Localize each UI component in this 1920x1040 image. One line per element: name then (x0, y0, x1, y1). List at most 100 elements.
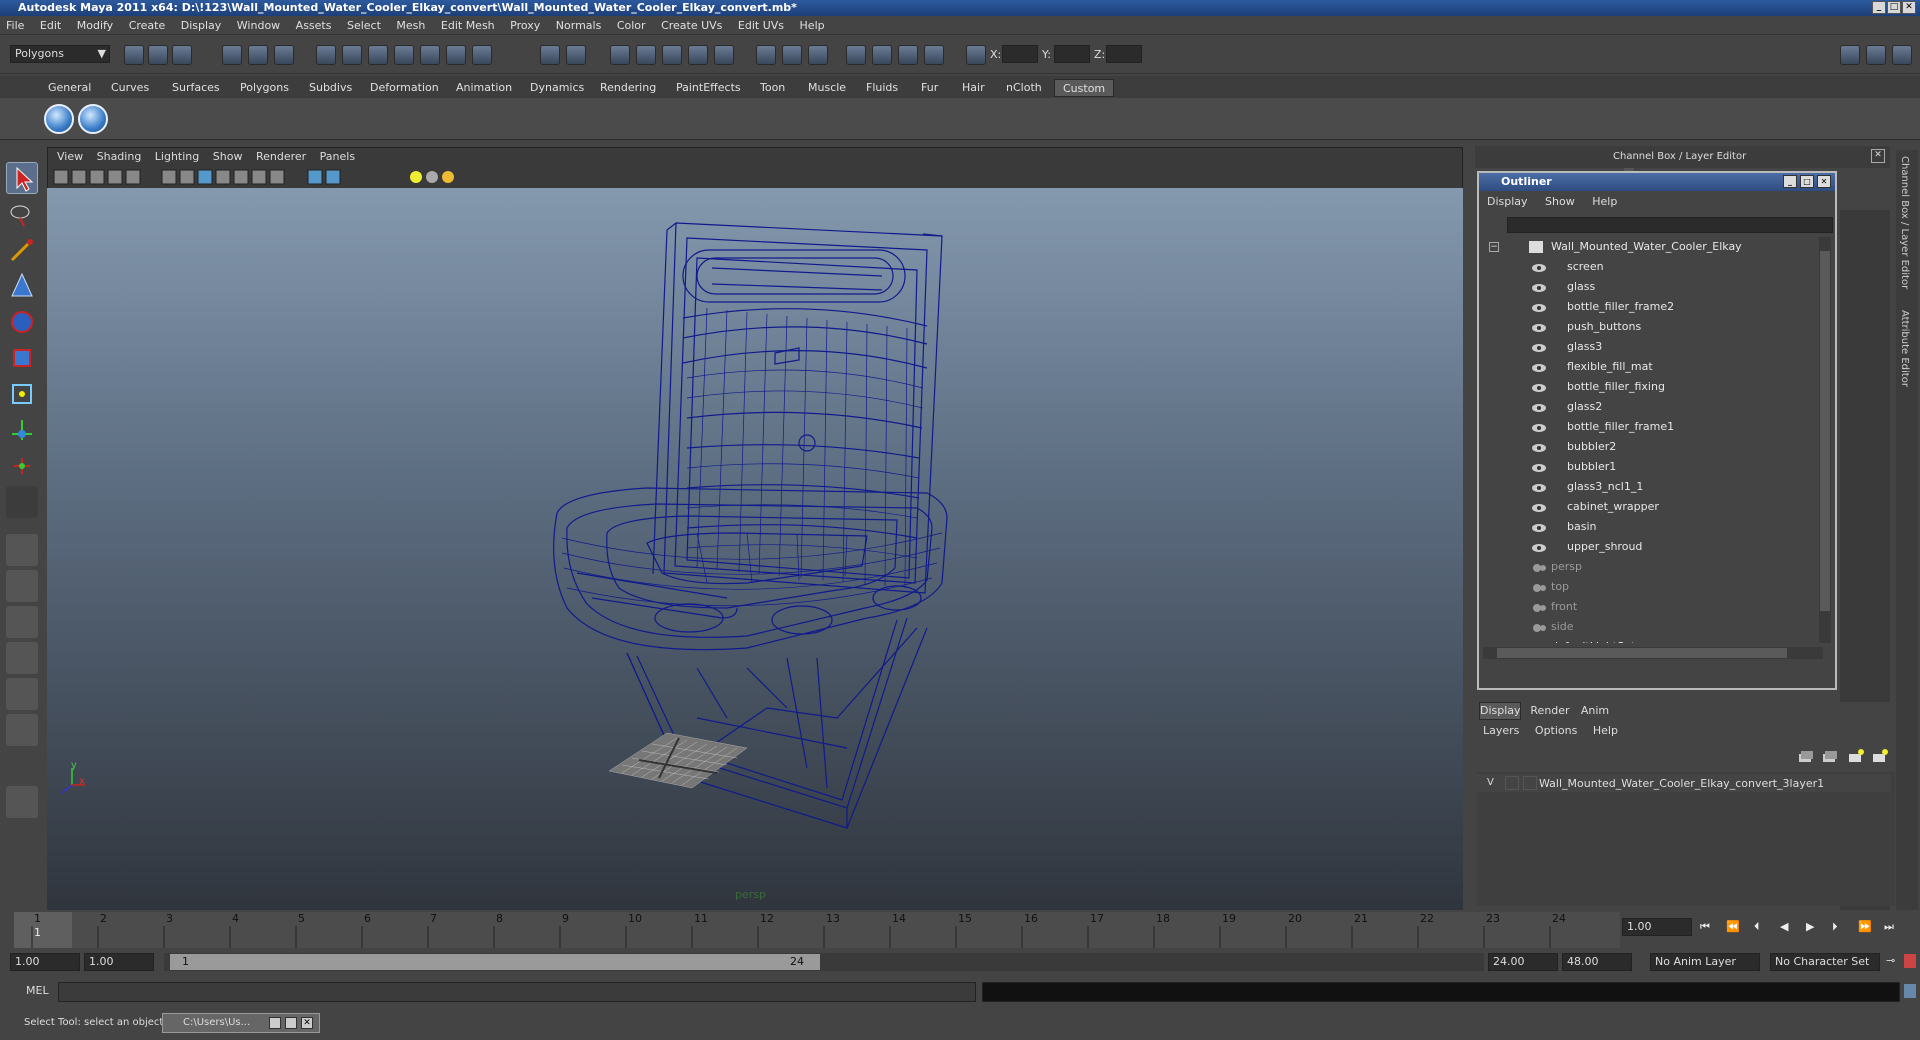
new-layer-icon[interactable] (1797, 748, 1815, 764)
outliner-row[interactable]: bubbler1 (1483, 457, 1819, 477)
go-to-start-icon[interactable]: ⏮ (1700, 920, 1710, 934)
outliner-camera-row[interactable]: persp (1483, 557, 1819, 577)
time-slider[interactable]: 1 1 2 3 4 5 6 7 8 9 10 11 12 13 14 15 16… (14, 912, 1620, 948)
3d-viewport[interactable]: y x persp (47, 188, 1463, 910)
shelf-tab-fur[interactable]: Fur (913, 79, 946, 97)
layer-tab-display[interactable]: Display (1479, 702, 1521, 720)
mode-select[interactable]: Polygons ▼ (10, 45, 110, 63)
y-field[interactable] (1054, 45, 1090, 63)
playback-start-field[interactable]: 1.00 (84, 953, 154, 971)
menu-select[interactable]: Select (341, 17, 387, 35)
layer-visibility-toggle[interactable]: V (1487, 777, 1494, 788)
four-pane-layout-icon[interactable] (6, 570, 38, 602)
layer-tab-anim[interactable]: Anim (1575, 702, 1615, 720)
side-tab-attribute-editor[interactable]: Attribute Editor (1899, 310, 1910, 410)
select-tool-icon[interactable] (6, 162, 38, 194)
go-to-end-icon[interactable]: ⏭ (1884, 920, 1894, 934)
save-scene-icon[interactable] (172, 45, 192, 65)
layer-playback-toggle[interactable] (1505, 776, 1519, 790)
outliner-row[interactable]: cabinet_wrapper (1483, 497, 1819, 517)
maximize-button[interactable]: □ (1887, 1, 1901, 14)
outliner-row[interactable]: bottle_filler_frame1 (1483, 417, 1819, 437)
outliner-row[interactable]: bubbler2 (1483, 437, 1819, 457)
menu-edit[interactable]: Edit (34, 17, 67, 35)
outliner-filter-field[interactable] (1507, 217, 1833, 233)
step-back-frame-icon[interactable]: ⏴ (1754, 920, 1760, 934)
shelf-tab-polygons[interactable]: Polygons (232, 79, 297, 97)
start-time-field[interactable]: 1.00 (10, 953, 80, 971)
collapse-icon[interactable]: − (1489, 242, 1499, 252)
shelf-tab-animation[interactable]: Animation (448, 79, 520, 97)
outliner-set-row[interactable]: defaultLightSet (1483, 637, 1819, 643)
outliner-close-button[interactable]: ✕ (1817, 175, 1831, 188)
soft-mod-icon[interactable] (6, 414, 38, 446)
shelf-tab-hair[interactable]: Hair (954, 79, 993, 97)
outliner-camera-row[interactable]: side (1483, 617, 1819, 637)
outliner-horizontal-scrollbar[interactable] (1483, 647, 1823, 659)
lasso-tool-icon[interactable] (6, 198, 38, 230)
selection-mask-icon[interactable] (566, 45, 586, 65)
single-pane-layout-icon[interactable] (6, 534, 38, 566)
outliner-row[interactable]: glass3_ncl1_1 (1483, 477, 1819, 497)
hand-icon[interactable] (6, 786, 38, 818)
shelf-tab-custom[interactable]: Custom (1054, 79, 1115, 97)
outliner-row[interactable]: bottle_filler_fixing (1483, 377, 1819, 397)
new-scene-icon[interactable] (124, 45, 144, 65)
render-view-icon[interactable] (610, 45, 630, 65)
outliner-row[interactable]: glass (1483, 277, 1819, 297)
hypergraph-layout-icon[interactable] (6, 678, 38, 710)
step-back-key-icon[interactable]: ⏪ (1726, 920, 1740, 933)
outliner-menu-show[interactable]: Show (1545, 195, 1575, 208)
lock-icon[interactable] (540, 45, 560, 65)
dope-sheet-layout-icon[interactable] (6, 714, 38, 746)
select-hierarchy-icon[interactable] (222, 45, 242, 65)
shelf-tab-rendering[interactable]: Rendering (592, 79, 664, 97)
outliner-minimize-button[interactable]: _ (1783, 175, 1797, 188)
viewport-menu-renderer[interactable]: Renderer (251, 150, 311, 164)
close-button[interactable]: ✕ (1902, 1, 1916, 14)
viewport-menu-shading[interactable]: Shading (92, 150, 147, 164)
paint-select-icon[interactable] (6, 234, 38, 266)
output-ops-icon[interactable] (782, 45, 802, 65)
snap-point-icon[interactable] (368, 45, 388, 65)
custom-shelf-check-icon-2[interactable] (78, 104, 108, 134)
outliner-row[interactable]: flexible_fill_mat (1483, 357, 1819, 377)
graph-layout-icon[interactable] (6, 642, 38, 674)
layer-move-down-icon[interactable] (1871, 748, 1889, 764)
key-icon[interactable]: ⊸ (1886, 954, 1895, 967)
step-forward-frame-icon[interactable]: ⏵ (1832, 920, 1838, 934)
shelf-tab-dynamics[interactable]: Dynamics (522, 79, 592, 97)
menu-display[interactable]: Display (175, 17, 228, 35)
side-tab-channel-box[interactable]: Channel Box / Layer Editor (1899, 156, 1910, 296)
character-set-select[interactable]: No Character Set (1770, 953, 1880, 971)
shelf-tab-toon[interactable]: Toon (752, 79, 793, 97)
construction-history-icon[interactable] (446, 45, 466, 65)
menu-help[interactable]: Help (794, 17, 831, 35)
restore-icon[interactable] (269, 1017, 281, 1029)
current-time-field[interactable]: 1.00 (1622, 918, 1692, 936)
outliner-camera-row[interactable]: top (1483, 577, 1819, 597)
outliner-vertical-scrollbar[interactable] (1819, 237, 1831, 643)
attribute-layout-icon[interactable] (1866, 45, 1886, 65)
viewport-menu-view[interactable]: View (52, 150, 88, 164)
minimized-window[interactable]: C:\Users\Us... ✕ (162, 1013, 320, 1033)
channel-layout-icon[interactable] (1892, 45, 1912, 65)
minimize-button[interactable]: _ (1872, 1, 1886, 14)
menu-modify[interactable]: Modify (71, 17, 119, 35)
menu-assets[interactable]: Assets (290, 17, 338, 35)
shelf-tab-muscle[interactable]: Muscle (800, 79, 854, 97)
outliner-row[interactable]: push_buttons (1483, 317, 1819, 337)
menu-create[interactable]: Create (123, 17, 172, 35)
input-ops-icon[interactable] (756, 45, 776, 65)
playback-end-field[interactable]: 24.00 (1488, 953, 1558, 971)
snap-curve-icon[interactable] (342, 45, 362, 65)
move-tool-icon[interactable] (6, 270, 38, 302)
step-forward-key-icon[interactable]: ⏩ (1858, 920, 1872, 933)
menu-mesh[interactable]: Mesh (390, 17, 431, 35)
hypershade-icon[interactable] (714, 45, 734, 65)
script-editor-icon[interactable] (1904, 984, 1916, 998)
menu-edit-mesh[interactable]: Edit Mesh (435, 17, 501, 35)
shelf-tab-subdivs[interactable]: Subdivs (301, 79, 360, 97)
menu-file[interactable]: File (0, 17, 30, 35)
help-icon[interactable] (472, 45, 492, 65)
